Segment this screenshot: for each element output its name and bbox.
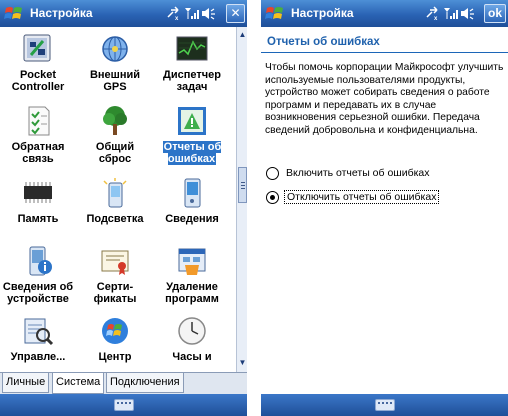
- radio-button[interactable]: [266, 167, 279, 180]
- feedback-icon: [28, 106, 50, 136]
- close-button[interactable]: ✕: [226, 4, 245, 23]
- svg-text:x: x: [434, 16, 438, 21]
- grid-item-label: Сведения об устройстве: [2, 281, 74, 305]
- scroll-up-icon[interactable]: ▲: [238, 30, 247, 40]
- connectivity-icon[interactable]: x: [166, 6, 181, 21]
- backlight-icon: [103, 178, 127, 208]
- keyboard-icon[interactable]: [113, 399, 134, 411]
- scroll-down-icon[interactable]: ▼: [238, 358, 247, 368]
- windows-center-icon: [102, 318, 128, 344]
- enable-reports-option[interactable]: Включить отчеты об ошибках: [265, 165, 500, 183]
- settings-system-screen: Настройка x ✕ Pocket Controller Внешний …: [0, 0, 247, 416]
- device-info-icon: [29, 246, 52, 276]
- keyboard-icon[interactable]: [374, 399, 395, 411]
- vertical-scrollbar[interactable]: ▲ ▼: [236, 27, 247, 372]
- signal-strength-icon[interactable]: [443, 6, 458, 21]
- radio-label: Отключить отчеты об ошибках: [284, 190, 440, 204]
- gps-icon: [102, 36, 128, 62]
- radio-button-selected[interactable]: [266, 191, 279, 204]
- menu-bar: [0, 394, 247, 416]
- grid-item-label: Отчеты об ошибках: [162, 141, 222, 165]
- grid-item-label: Часы и: [172, 351, 212, 363]
- grid-item-label: Обратная связь: [11, 141, 65, 165]
- grid-item-label: Серти- фикаты: [93, 281, 137, 305]
- tab-personal[interactable]: Личные: [2, 373, 50, 393]
- windows-start-icon[interactable]: [3, 3, 25, 24]
- window-title: Настройка: [30, 6, 93, 20]
- manage-icon: [24, 318, 54, 346]
- grid-item-label: Удаление программ: [165, 281, 219, 305]
- task-manager-icon: [176, 36, 208, 61]
- grid-item-label: Pocket Controller: [11, 69, 65, 93]
- page-header: Отчеты об ошибках: [261, 27, 508, 53]
- grid-item-label: Общий сброс: [95, 141, 135, 165]
- tab-system[interactable]: Система: [52, 373, 105, 394]
- volume-icon[interactable]: [201, 6, 216, 21]
- connectivity-icon[interactable]: x: [425, 6, 440, 21]
- tab-strip: Личные Система Подключения: [0, 372, 247, 394]
- volume-icon[interactable]: [460, 6, 475, 21]
- error-report-icon: [178, 107, 206, 135]
- ok-button[interactable]: ok: [484, 4, 506, 23]
- grid-item-label: Сведения: [165, 213, 219, 225]
- error-reports-screen: Настройка x ok Отчеты об ошибках Чтобы п…: [261, 0, 508, 416]
- title-bar: Настройка x ok: [261, 0, 508, 27]
- reset-tree-icon: [103, 106, 127, 135]
- grid-item-label: Центр: [98, 351, 132, 363]
- radio-label: Включить отчеты об ошибках: [286, 167, 430, 179]
- description-text: Чтобы помочь корпорации Майкрософт улучш…: [265, 62, 504, 136]
- title-bar: Настройка x ✕: [0, 0, 247, 27]
- settings-icon-grid: Pocket Controller Внешний GPS Диспетчер …: [0, 27, 235, 372]
- remove-programs-icon: [178, 248, 206, 275]
- clock-icon: [178, 317, 206, 345]
- disable-reports-option[interactable]: Отключить отчеты об ошибках: [265, 189, 500, 207]
- pocket-controller-icon: [23, 34, 51, 62]
- grid-item-label: Память: [17, 213, 59, 225]
- svg-text:x: x: [175, 16, 179, 21]
- grid-item-label: Диспетчер задач: [163, 69, 221, 93]
- tab-connections[interactable]: Подключения: [106, 373, 184, 393]
- menu-bar: [261, 394, 508, 416]
- grid-item-label: Внешний GPS: [89, 69, 141, 93]
- signal-strength-icon[interactable]: [184, 6, 199, 21]
- certificates-icon: [101, 250, 129, 275]
- window-title: Настройка: [291, 6, 354, 20]
- info-icon: [184, 178, 201, 208]
- windows-start-icon[interactable]: [264, 3, 286, 24]
- memory-chip-icon: [24, 182, 52, 203]
- grid-item-label: Управле...: [10, 351, 66, 363]
- grid-item-label: Подсветка: [86, 213, 144, 225]
- scroll-thumb[interactable]: [238, 167, 247, 203]
